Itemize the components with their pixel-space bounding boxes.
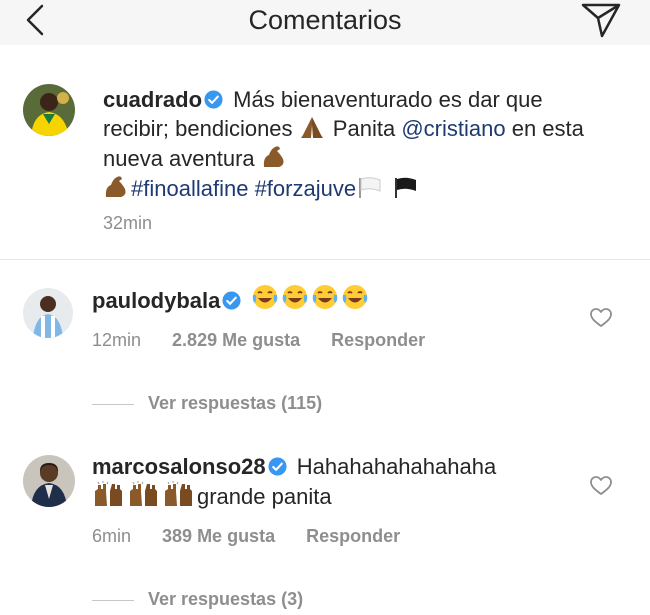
- top-bar: Comentarios: [0, 0, 650, 45]
- raised-hands-emoji: [92, 481, 197, 509]
- verified-icon: [222, 291, 241, 310]
- verified-icon: [268, 457, 287, 476]
- comment-meta: 6min 389 Me gusta Responder: [92, 526, 400, 547]
- caption-text-2: Panita: [332, 116, 396, 141]
- comment-username[interactable]: marcosalonso28: [92, 454, 266, 479]
- replies-line: [92, 599, 134, 601]
- send-icon[interactable]: [580, 1, 622, 39]
- verified-icon: [204, 90, 223, 109]
- comment-text-1: Hahahahahahahaha: [296, 454, 497, 479]
- reply-button[interactable]: Responder: [331, 330, 425, 351]
- likes-count[interactable]: 389 Me gusta: [162, 526, 275, 547]
- page-title: Comentarios: [248, 5, 402, 35]
- comment-body: paulodybala: [92, 283, 371, 315]
- hashtag-link-2[interactable]: #forzajuve: [255, 176, 357, 201]
- heart-icon[interactable]: [590, 308, 612, 328]
- likes-count[interactable]: 2.829 Me gusta: [172, 330, 300, 351]
- comment-avatar[interactable]: [23, 455, 75, 507]
- comment-time: 6min: [92, 526, 132, 546]
- post-author-avatar[interactable]: [23, 84, 75, 136]
- comment-meta: 12min 2.829 Me gusta Responder: [92, 330, 425, 351]
- view-replies-label: Ver respuestas (3): [148, 589, 304, 609]
- comment-text-2: grande panita: [197, 484, 332, 509]
- post-time: 32min: [103, 213, 153, 233]
- comment-username[interactable]: paulodybala: [92, 288, 220, 313]
- mention-link[interactable]: @cristiano: [401, 116, 505, 141]
- view-replies-button[interactable]: Ver respuestas (3): [92, 589, 303, 610]
- hashtag-link-1[interactable]: #finoallafine: [131, 176, 248, 201]
- flexed-biceps-emoji: [105, 176, 126, 197]
- reply-button[interactable]: Responder: [306, 526, 400, 547]
- comment-body: marcosalonso28 Hahahahahahahaha grande p…: [92, 452, 572, 511]
- flexed-biceps-emoji: [263, 146, 284, 167]
- black-flag-emoji: [395, 177, 417, 198]
- view-replies-label: Ver respuestas (115): [148, 393, 323, 413]
- white-flag-emoji: [359, 177, 381, 198]
- replies-line: [92, 403, 134, 405]
- post-username[interactable]: cuadrado: [103, 87, 202, 112]
- comment-avatar[interactable]: [23, 288, 73, 338]
- pray-emoji: [300, 117, 323, 138]
- divider: [0, 259, 650, 260]
- heart-icon[interactable]: [590, 476, 612, 496]
- post-caption: cuadrado Más bienaventurado es dar que r…: [103, 85, 603, 203]
- comment-time: 12min: [92, 330, 142, 350]
- laughing-tears-emoji: [245, 285, 371, 313]
- view-replies-button[interactable]: Ver respuestas (115): [92, 393, 322, 414]
